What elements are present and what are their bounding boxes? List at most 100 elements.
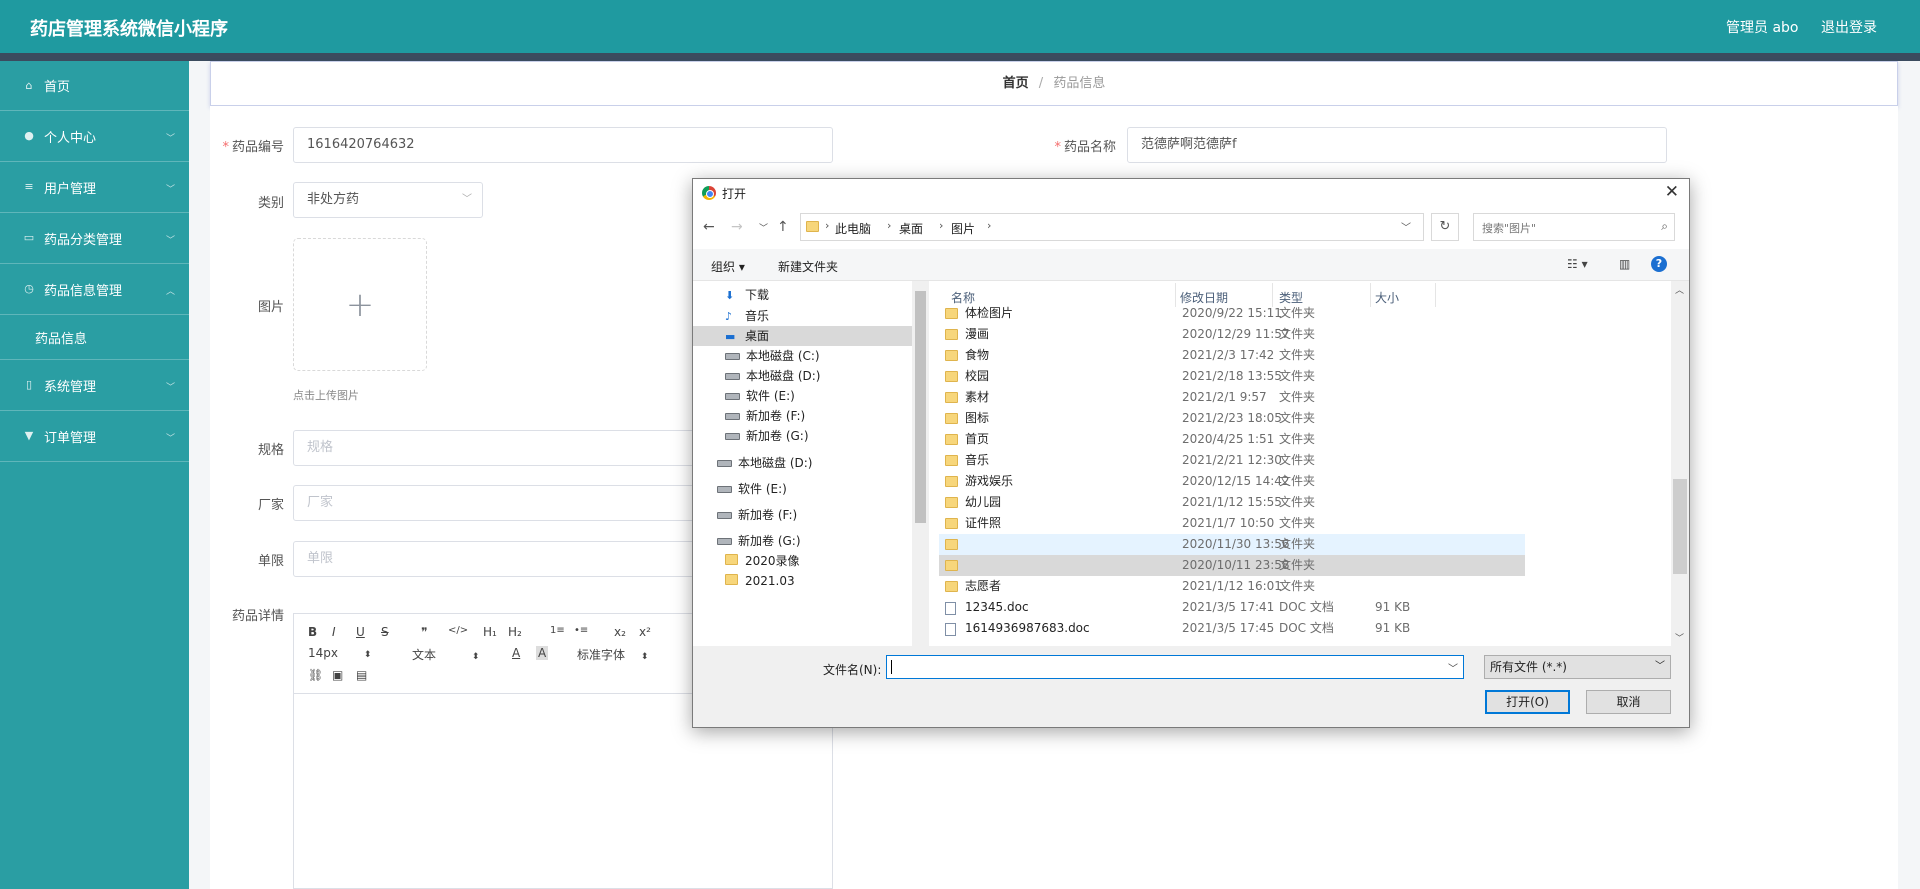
quote-button[interactable]: ❞ [421,625,427,639]
chevron-down-icon[interactable]: ﹀ [1448,660,1458,675]
code-button[interactable]: </> [448,625,468,636]
tree-item-desktop[interactable]: ▬ 桌面 [693,326,912,346]
close-icon[interactable]: ✕ [1665,182,1679,202]
refresh-button[interactable]: ↻ [1431,213,1459,241]
tree-item-downloads[interactable]: ⬇ 下载 [725,285,769,305]
h1-button[interactable]: H₁ [483,625,497,639]
image-icon[interactable]: ▣ [332,668,343,682]
path-segment[interactable]: 图片 [951,220,975,237]
image-upload[interactable]: + [293,238,427,371]
file-row[interactable]: 体检图片 2020/9/22 15:11 文件夹 [939,303,1525,324]
file-list-scrollbar[interactable]: ︿ ﹀ [1671,281,1689,646]
font-size-select[interactable]: 14px ⬍ [308,646,371,660]
file-row[interactable]: 漫画 2020/12/29 11:57 文件夹 [939,324,1525,345]
format-select[interactable]: 文本 ⬍ [412,646,479,663]
tree-item-drive[interactable]: 新加卷 (F:) [717,505,797,525]
file-row[interactable]: 首页 2020/4/25 1:51 文件夹 [939,429,1525,450]
sidebar-item-system[interactable]: ▯ 系统管理 ﹀ [0,360,189,411]
tree-scrollbar[interactable] [912,281,929,646]
file-row[interactable]: 2020/10/11 23:58 文件夹 [939,555,1525,576]
file-row[interactable]: 校园 2021/2/18 13:55 文件夹 [939,366,1525,387]
tree-item-drive[interactable]: 新加卷 (F:) [725,406,805,426]
upload-tip: 点击上传图片 [293,389,359,402]
file-list: 名称 修改日期 类型 大小 体检图片 2020/9/22 15:11 文件夹 漫画 2… [929,281,1671,646]
file-row[interactable]: 2020/11/30 13:56 文件夹 [939,534,1525,555]
help-icon[interactable]: ? [1651,256,1667,272]
search-box[interactable]: 搜索"图片" ⌕ [1473,213,1675,241]
bold-button[interactable]: B [308,625,317,639]
file-row[interactable]: 游戏娱乐 2020/12/15 14:42 文件夹 [939,471,1525,492]
sidebar-item-category[interactable]: ▭ 药品分类管理 ﹀ [0,213,189,264]
superscript-button[interactable]: x² [639,625,651,639]
tree-item-folder[interactable]: 2021.03 [725,571,795,591]
h2-button[interactable]: H₂ [508,625,522,639]
underline-button[interactable]: U [356,625,365,639]
tree-item-drive[interactable]: 本地磁盘 (D:) [717,453,812,473]
link-icon[interactable]: ⛓ [308,668,323,682]
tree-item-music[interactable]: ♪ 音乐 [725,306,769,326]
category-icon: ▭ [23,231,35,244]
tree-item-folder[interactable]: 2020录像 [725,551,800,571]
file-row[interactable]: 志愿者 2021/1/12 16:01 文件夹 [939,576,1525,597]
folder-icon [945,581,958,592]
sidebar-item-drug-info-mgmt[interactable]: ◷ 药品信息管理 ︿ [0,264,189,315]
sidebar-item-users[interactable]: ≡ 用户管理 ﹀ [0,162,189,213]
sidebar-item-profile[interactable]: ● 个人中心 ﹀ [0,111,189,162]
organize-button[interactable]: 组织 ▾ [711,258,745,275]
open-button[interactable]: 打开(O) [1485,690,1570,714]
file-row[interactable]: 12345.doc 2021/3/5 17:41 DOC 文档 91 KB [939,597,1525,618]
bullet-list-button[interactable]: •≡ [574,625,588,636]
address-bar[interactable]: › 此电脑 › 桌面 › 图片 › ﹀ [800,213,1424,241]
view-options-icon[interactable]: ☷ ▾ [1567,257,1588,271]
breadcrumb-home[interactable]: 首页 [1003,76,1029,91]
back-arrow-icon[interactable]: ← [703,219,715,235]
preview-pane-icon[interactable]: ▥ [1619,257,1630,271]
file-row[interactable]: 素材 2021/2/1 9:57 文件夹 [939,387,1525,408]
font-family-select[interactable]: 标准字体 ⬍ [577,646,648,663]
code-input[interactable]: 1616420764632 [293,127,833,163]
category-select[interactable]: 非处方药 ﹀ [293,182,483,218]
path-segment[interactable]: 桌面 [899,220,923,237]
forward-arrow-icon[interactable]: → [731,219,743,235]
file-row[interactable]: 图标 2021/2/23 18:05 文件夹 [939,408,1525,429]
strike-button[interactable]: S [381,625,389,639]
logout-link[interactable]: 退出登录 [1821,17,1877,37]
cancel-button[interactable]: 取消 [1586,690,1671,714]
file-row[interactable]: 1614936987683.doc 2021/3/5 17:45 DOC 文档 91 … [939,618,1525,639]
new-folder-button[interactable]: 新建文件夹 [778,258,838,275]
tree-item-drive[interactable]: 本地磁盘 (D:) [725,366,820,386]
sidebar-item-home[interactable]: ⌂ 首页 [0,61,189,111]
path-segment[interactable]: 此电脑 [835,220,871,237]
file-row[interactable]: 食物 2021/2/3 17:42 文件夹 [939,345,1525,366]
tree-item-drive[interactable]: 软件 (E:) [725,386,795,406]
italic-button[interactable]: I [332,625,336,639]
chevron-down-icon[interactable]: ﹀ [1401,219,1411,234]
filename-input[interactable]: ﹀ [886,655,1464,679]
tree-item-drive[interactable]: 软件 (E:) [717,479,787,499]
sidebar-subitem-drug-info[interactable]: 药品信息 [0,315,189,360]
font-color-button[interactable]: A [512,646,520,660]
file-row[interactable]: 音乐 2021/2/21 12:30 文件夹 [939,450,1525,471]
breadcrumb-current: 药品信息 [1053,76,1106,91]
file-row[interactable]: 幼儿园 2021/1/12 15:55 文件夹 [939,492,1525,513]
scroll-up-icon: ︿ [1675,286,1685,296]
folder-icon [945,455,958,466]
tree-item-drive[interactable]: 本地磁盘 (C:) [725,346,820,366]
folder-icon [725,552,740,572]
background-color-button[interactable]: A [536,646,549,660]
tree-item-drive[interactable]: 新加卷 (G:) [717,531,801,551]
ordered-list-button[interactable]: 1≡ [550,625,565,636]
chevron-down-icon: ﹀ [165,185,175,195]
file-row[interactable]: 证件照 2021/1/7 10:50 文件夹 [939,513,1525,534]
up-arrow-icon[interactable]: ↑ [777,219,789,235]
recent-dropdown-icon[interactable]: ﹀ [759,221,768,234]
current-user[interactable]: 管理员 abo [1726,17,1798,37]
document-icon [945,623,956,636]
sidebar-item-orders[interactable]: ▼ 订单管理 ﹀ [0,411,189,462]
subscript-button[interactable]: x₂ [614,625,626,639]
name-input[interactable]: 范德萨啊范德萨f [1127,127,1667,163]
tree-item-drive[interactable]: 新加卷 (G:) [725,426,809,446]
video-icon[interactable]: ▤ [356,668,367,682]
filetype-select[interactable]: 所有文件 (*.*) ﹀ [1484,655,1671,679]
category-label: 类别 [257,196,284,211]
